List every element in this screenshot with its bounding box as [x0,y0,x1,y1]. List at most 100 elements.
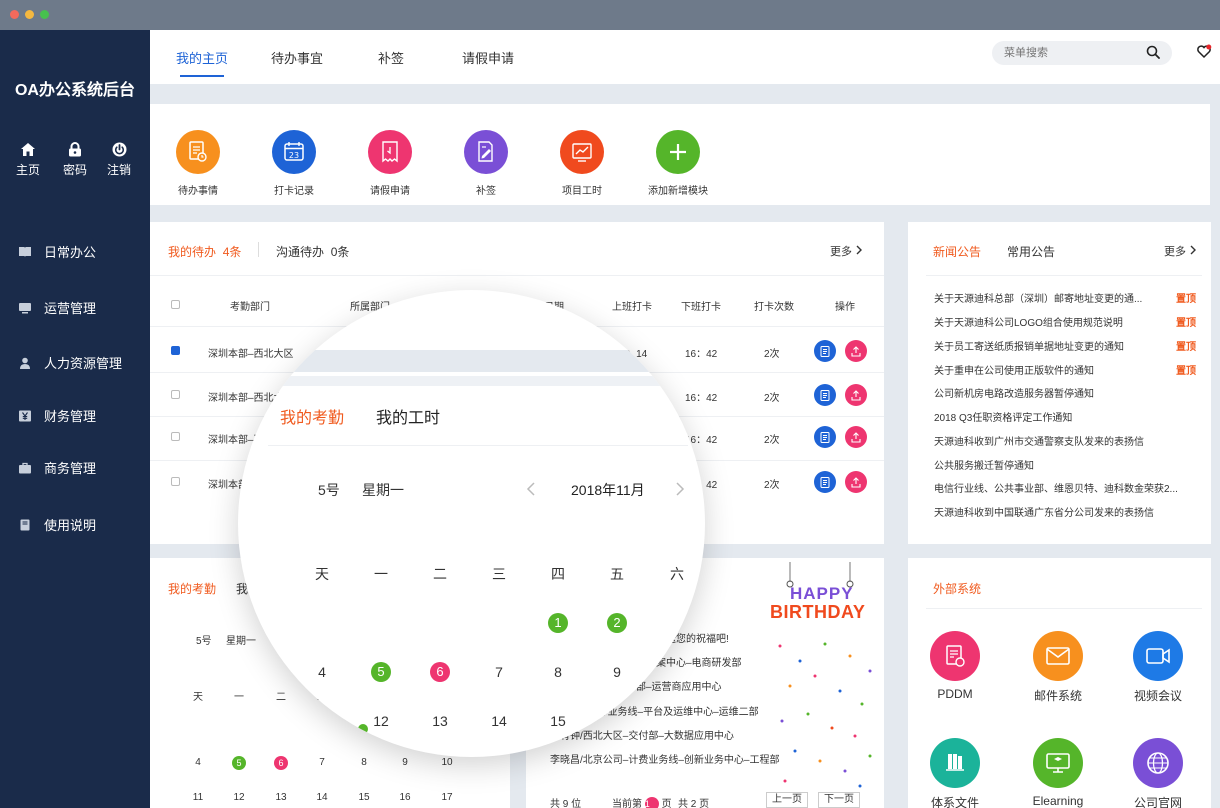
tab-my-attendance[interactable]: 我的考勤 [168,580,216,597]
news-item[interactable]: 2018 Q3任职资格评定工作通知 [934,409,1072,424]
calendar-date[interactable]: 14 [312,792,332,803]
tab-my-todo-label: 我的待办 [168,245,217,259]
prev-page-button[interactable]: 上一页 [766,792,808,808]
calendar-date[interactable]: 8 [354,757,374,768]
tab-my-todo[interactable]: 我的待办 4条 [168,243,241,260]
quick-password-button[interactable]: 密码 [55,142,95,178]
calendar-date[interactable]: 11 [188,792,208,803]
maximize-window-dot[interactable] [40,10,49,19]
menu-item-business[interactable]: 商务管理 [18,458,96,477]
news-item[interactable]: 关于天源迪科总部（深圳）邮寄地址变更的通... [934,290,1142,305]
news-item[interactable]: 天源迪科收到广州市交通警察支队发来的表扬信 [934,433,1144,448]
external-mail[interactable]: 邮件系统 [1018,631,1098,704]
row-checkbox[interactable] [171,346,180,355]
export-button[interactable] [845,340,867,362]
news-item[interactable]: 电信行业线、公共事业部、维恩贝特、迪科数金荣获2... [934,480,1178,495]
news-item[interactable]: 公司新机房电路改造服务器暂停通知 [934,385,1094,400]
lens-calendar-date[interactable]: 4 [307,664,337,680]
external-files[interactable]: 体系文件 [915,738,995,808]
search-icon[interactable] [1146,45,1160,59]
module-resign[interactable]: 补签 [456,130,516,197]
row-checkbox[interactable] [171,477,180,486]
calendar-date[interactable]: 5 [229,756,249,770]
select-all-checkbox[interactable] [171,300,180,309]
row-checkbox[interactable] [171,390,180,399]
module-leave[interactable]: 请假申请 [360,130,420,197]
export-button[interactable] [845,384,867,406]
calendar-date[interactable]: 15 [354,792,374,803]
menu-item-daily-office[interactable]: 日常办公 [18,242,96,261]
todo-more-link[interactable]: 更多 [830,243,863,259]
sidebar: OA办公系统后台 主页 密码 注销 日常办公 运营管理 人力资源管理 财务管理 [0,30,150,808]
tab-comm-todo[interactable]: 沟通待办 0条 [276,243,349,260]
lens-weekday-header: 二 [433,566,447,582]
news-item[interactable]: 关于天源迪科公司LOGO组合使用规范说明 [934,314,1123,329]
quick-home-button[interactable]: 主页 [8,142,48,178]
tab-common-notices[interactable]: 常用公告 [1007,243,1055,260]
tab-todo-items[interactable]: 待办事宜 [271,48,323,67]
notification-icon[interactable] [1196,44,1212,60]
calendar-date[interactable]: 17 [437,792,457,803]
view-doc-button[interactable] [814,340,836,362]
news-panel: 新闻公告 常用公告 更多 关于天源迪科总部（深圳）邮寄地址变更的通... 置顶 关… [908,222,1211,544]
menu-item-finance[interactable]: 财务管理 [18,406,96,425]
news-more-link[interactable]: 更多 [1164,243,1197,259]
tab-leave-request[interactable]: 请假申请 [462,48,514,67]
view-doc-button[interactable] [814,426,836,448]
external-elearning[interactable]: Elearning [1018,738,1098,808]
lens-calendar-date[interactable]: 2 [602,613,632,633]
module-add-new[interactable]: 添加新增模块 [648,130,708,197]
next-page-button[interactable]: 下一页 [818,792,860,808]
export-button[interactable] [845,471,867,493]
lens-calendar-date[interactable]: 15 [543,713,573,729]
view-doc-button[interactable] [814,384,836,406]
module-project-hours[interactable]: 项目工时 [552,130,612,197]
module-clock-records[interactable]: 23 打卡记录 [264,130,324,197]
prev-month-chevron-icon[interactable] [526,481,536,497]
menu-item-operations[interactable]: 运营管理 [18,298,96,317]
view-doc-button[interactable] [814,471,836,493]
lens-calendar-date[interactable]: 12 [366,713,396,729]
external-website[interactable]: 公司官网 [1118,738,1198,808]
calendar-date[interactable]: 7 [312,757,332,768]
tab-resign[interactable]: 补签 [378,48,404,67]
lens-calendar-date[interactable]: 8 [543,664,573,680]
tab-my-home[interactable]: 我的主页 [176,48,228,77]
calendar-date[interactable]: 13 [271,792,291,803]
menu-item-manual[interactable]: 使用说明 [18,515,96,534]
news-item[interactable]: 天源迪科收到中国联通广东省分公司发来的表扬信 [934,504,1154,519]
export-button[interactable] [845,426,867,448]
cell-times: 2次 [764,480,780,491]
menu-item-hr[interactable]: 人力资源管理 [18,353,122,372]
lens-calendar-date[interactable]: 9 [602,664,632,680]
external-label: 视频会议 [1133,689,1182,703]
lens-calendar-date[interactable]: 13 [425,713,455,729]
lens-tab-my-hours[interactable]: 我的工时 [376,404,440,428]
module-todo[interactable]: 待办事情 [168,130,228,197]
lens-calendar-date[interactable]: 5 [366,662,396,682]
minimize-window-dot[interactable] [25,10,34,19]
calendar-date[interactable]: 10 [437,757,457,768]
calendar-date[interactable]: 12 [229,792,249,803]
calendar-date[interactable]: 6 [271,756,291,770]
quick-logout-button[interactable]: 注销 [99,142,139,178]
external-pddm[interactable]: PDDM [915,631,995,701]
tab-news[interactable]: 新闻公告 [933,243,981,260]
lens-calendar-date[interactable]: 6 [425,662,455,682]
news-item[interactable]: 公共服务搬迁暂停通知 [934,457,1034,472]
news-item[interactable]: 关于重申在公司使用正版软件的通知 [934,362,1094,377]
row-checkbox[interactable] [171,432,180,441]
lens-calendar-date[interactable]: 14 [484,713,514,729]
todo-icon [176,130,220,174]
close-window-dot[interactable] [10,10,19,19]
calendar-date[interactable]: 16 [395,792,415,803]
lens-tab-my-attendance[interactable]: 我的考勤 [280,404,344,428]
lens-calendar-date[interactable]: 7 [484,664,514,680]
calendar-date[interactable]: 4 [188,757,208,768]
next-month-chevron-icon[interactable] [675,481,685,497]
lens-calendar-date[interactable]: 1 [543,613,573,633]
calendar-date[interactable]: 9 [395,757,415,768]
menu-search-input[interactable] [992,41,1172,65]
external-video[interactable]: 视频会议 [1118,631,1198,704]
news-item[interactable]: 关于员工寄送纸质报销单据地址变更的通知 [934,338,1124,353]
